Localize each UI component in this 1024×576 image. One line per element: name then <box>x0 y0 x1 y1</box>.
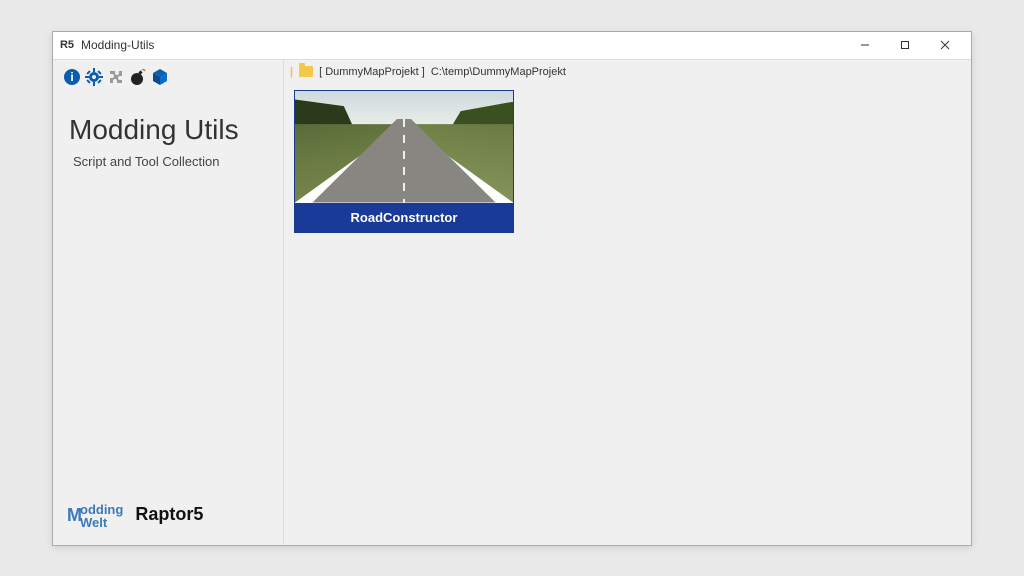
raptor5-logo: Raptor5 <box>135 504 203 525</box>
app-window: R5 Modding-Utils i <box>52 31 972 546</box>
sidebar-spacer <box>63 169 273 495</box>
tool-card-roadconstructor[interactable]: RoadConstructor <box>294 90 514 233</box>
toolbar: i <box>63 66 273 96</box>
titlebar: R5 Modding-Utils <box>53 32 971 60</box>
window-title: Modding-Utils <box>81 38 845 52</box>
breadcrumb-project: [ DummyMapProjekt ] <box>319 66 425 78</box>
folder-icon <box>299 66 313 77</box>
info-icon[interactable]: i <box>63 68 81 86</box>
moddingwelt-logo: ModdingWelt <box>67 503 123 529</box>
close-button[interactable] <box>925 31 965 59</box>
logo-welt: Welt <box>80 516 123 529</box>
card-label: RoadConstructor <box>295 203 513 232</box>
breadcrumb-path: C:\temp\DummyMapProjekt <box>431 66 566 78</box>
bomb-icon[interactable] <box>129 68 147 86</box>
sidebar: i Modding Utils Script and Tool Collecti… <box>53 60 283 545</box>
content-area: i Modding Utils Script and Tool Collecti… <box>53 60 971 545</box>
card-thumbnail <box>295 91 513 203</box>
puzzle-icon[interactable] <box>107 68 125 86</box>
breadcrumb: | [ DummyMapProjekt ] C:\temp\DummyMapPr… <box>284 60 971 84</box>
cube-icon[interactable] <box>151 68 169 86</box>
footer-logos: ModdingWelt Raptor5 <box>63 495 273 539</box>
maximize-button[interactable] <box>885 31 925 59</box>
minimize-button[interactable] <box>845 31 885 59</box>
logo-odding: odding <box>80 503 123 516</box>
gear-icon[interactable] <box>85 68 103 86</box>
breadcrumb-separator: | <box>290 66 293 78</box>
app-title: Modding Utils <box>69 114 273 146</box>
app-icon: R5 <box>59 37 75 53</box>
main-panel: | [ DummyMapProjekt ] C:\temp\DummyMapPr… <box>283 60 971 545</box>
cards-area: RoadConstructor <box>284 84 971 545</box>
svg-text:i: i <box>70 70 73 84</box>
app-subtitle: Script and Tool Collection <box>73 154 273 169</box>
window-controls <box>845 31 965 59</box>
